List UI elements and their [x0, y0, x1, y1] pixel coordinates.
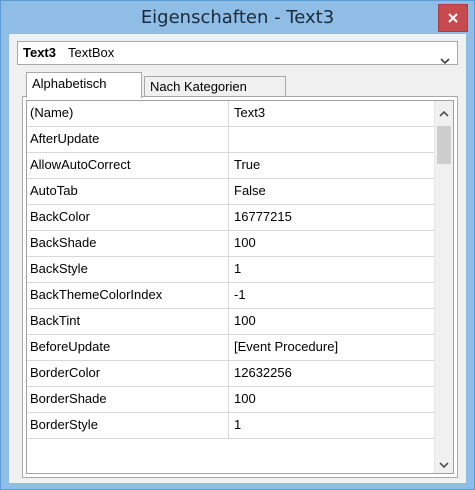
property-row[interactable]: BorderShade 100 — [27, 387, 434, 413]
property-name[interactable]: (Name) — [27, 101, 229, 126]
property-row[interactable]: AfterUpdate — [27, 127, 434, 153]
property-value[interactable]: 100 — [230, 387, 434, 412]
property-row[interactable]: BorderColor 12632256 — [27, 361, 434, 387]
window-title: Eigenschaften - Text3 — [140, 7, 335, 28]
property-value[interactable]: 1 — [230, 413, 434, 438]
property-name[interactable]: BackThemeColorIndex — [27, 283, 229, 308]
chevron-down-icon — [439, 454, 449, 473]
property-row[interactable]: AutoTab False — [27, 179, 434, 205]
property-name[interactable]: BorderShade — [27, 387, 229, 412]
property-value[interactable]: 1 — [230, 257, 434, 282]
tab-nach-kategorien[interactable]: Nach Kategorien — [144, 76, 286, 97]
properties-pane: Text3 TextBox Alphabetisch Nach Kategori… — [9, 34, 466, 483]
property-row[interactable]: BackStyle 1 — [27, 257, 434, 283]
properties-window: Eigenschaften - Text3 Text3 TextBox Alph… — [0, 0, 475, 490]
property-value[interactable]: True — [230, 153, 434, 178]
tab-alphabetisch[interactable]: Alphabetisch — [26, 72, 142, 98]
property-name[interactable]: BackStyle — [27, 257, 229, 282]
property-value[interactable]: 12632256 — [230, 361, 434, 386]
property-row[interactable]: (Name) Text3 — [27, 101, 434, 127]
tab-panel: (Name) Text3 AfterUpdate AllowAutoCorrect Tr… — [22, 96, 458, 478]
property-value[interactable] — [230, 127, 434, 152]
property-row[interactable]: BackColor 16777215 — [27, 205, 434, 231]
chevron-down-icon[interactable] — [440, 50, 450, 69]
property-name[interactable]: AutoTab — [27, 179, 229, 204]
property-name[interactable]: BackColor — [27, 205, 229, 230]
property-value[interactable]: [Event Procedure] — [230, 335, 434, 360]
property-row[interactable]: AllowAutoCorrect True — [27, 153, 434, 179]
property-row[interactable]: BorderStyle 1 — [27, 413, 434, 439]
property-row[interactable]: BackShade 100 — [27, 231, 434, 257]
property-value[interactable]: -1 — [230, 283, 434, 308]
chevron-up-icon — [439, 102, 449, 121]
property-row[interactable]: BackThemeColorIndex -1 — [27, 283, 434, 309]
property-name[interactable]: BackShade — [27, 231, 229, 256]
close-button[interactable] — [438, 4, 468, 32]
object-selector[interactable]: Text3 TextBox — [17, 41, 458, 65]
property-row[interactable]: BeforeUpdate [Event Procedure] — [27, 335, 434, 361]
close-icon — [447, 12, 459, 24]
scroll-thumb[interactable] — [437, 126, 451, 164]
property-value[interactable]: Text3 — [230, 101, 434, 126]
vertical-scrollbar[interactable] — [434, 101, 453, 473]
property-name[interactable]: BeforeUpdate — [27, 335, 229, 360]
property-grid: (Name) Text3 AfterUpdate AllowAutoCorrect Tr… — [26, 100, 454, 474]
property-value[interactable]: False — [230, 179, 434, 204]
scroll-down-button[interactable] — [435, 453, 453, 473]
property-name[interactable]: BorderStyle — [27, 413, 229, 438]
property-value[interactable]: 16777215 — [230, 205, 434, 230]
property-name[interactable]: AllowAutoCorrect — [27, 153, 229, 178]
property-value[interactable]: 100 — [230, 231, 434, 256]
property-row[interactable]: BackTint 100 — [27, 309, 434, 335]
object-name: Text3 — [23, 45, 56, 60]
scroll-up-button[interactable] — [435, 101, 453, 121]
title-bar[interactable]: Eigenschaften - Text3 — [1, 1, 474, 34]
object-type: TextBox — [68, 45, 115, 60]
property-value[interactable]: 100 — [230, 309, 434, 334]
property-name[interactable]: AfterUpdate — [27, 127, 229, 152]
property-name[interactable]: BorderColor — [27, 361, 229, 386]
property-name[interactable]: BackTint — [27, 309, 229, 334]
